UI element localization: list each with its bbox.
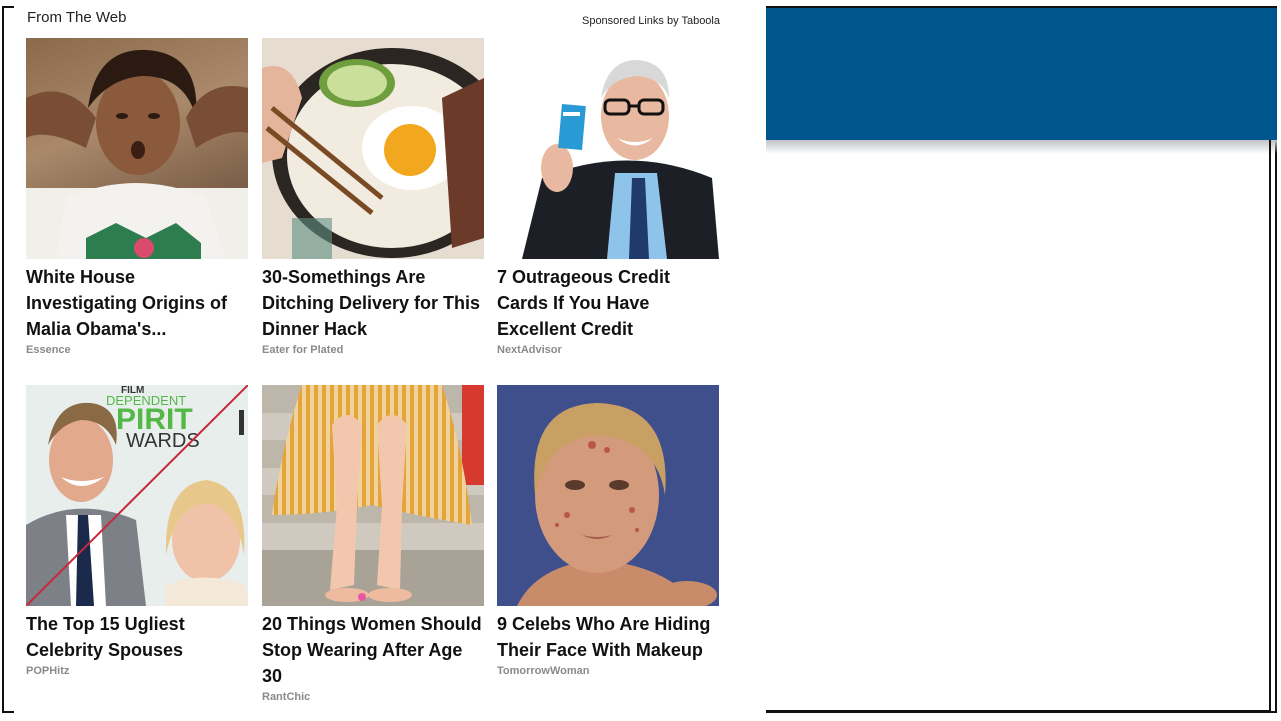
woman-legs-dress-photo[interactable]	[262, 385, 484, 606]
card-headline[interactable]: 7 Outrageous Credit Cards If You Have Ex…	[497, 264, 719, 342]
celebrity-couple-photo[interactable]: FILM DEPENDENT PIRIT WARDS	[26, 385, 248, 606]
taboola-widget: From The Web Sponsored Links by Taboola …	[14, 0, 766, 721]
sponsored-link[interactable]: Sponsored Links by Taboola	[582, 15, 720, 27]
card-headline[interactable]: White House Investigating Origins of Mal…	[26, 264, 248, 342]
card-source: Essence	[26, 344, 71, 356]
card-source: POPHitz	[26, 665, 70, 677]
card-headline[interactable]: 9 Celebs Who Are Hiding Their Face With …	[497, 611, 719, 663]
recommendation-card-4[interactable]: FILM DEPENDENT PIRIT WARDS The Top 15 Ug…	[26, 385, 248, 677]
svg-text:WARDS: WARDS	[126, 430, 200, 452]
woman-face-acne-photo[interactable]	[497, 385, 719, 606]
recommendation-card-2[interactable]: 30-Somethings Are Ditching Delivery for …	[262, 38, 484, 356]
card-source: Eater for Plated	[262, 344, 344, 356]
widget-title: From The Web	[27, 9, 127, 26]
recommendation-card-3[interactable]: 7 Outrageous Credit Cards If You Have Ex…	[497, 38, 719, 356]
content-panel	[766, 140, 1271, 712]
card-source: RantChic	[262, 691, 311, 703]
site-header-banner	[760, 8, 1277, 140]
rice-bowl-photo[interactable]	[262, 38, 484, 259]
card-source: NextAdvisor	[497, 344, 562, 356]
recommendation-card-1[interactable]: White House Investigating Origins of Mal…	[26, 38, 248, 356]
recommendation-card-5[interactable]: 20 Things Women Should Stop Wearing Afte…	[262, 385, 484, 703]
man-with-credit-card-photo[interactable]	[497, 38, 719, 259]
card-headline[interactable]: The Top 15 Ugliest Celebrity Spouses	[26, 611, 248, 663]
card-source: TomorrowWoman	[497, 665, 590, 677]
young-woman-photo[interactable]	[26, 38, 248, 259]
recommendation-card-6[interactable]: 9 Celebs Who Are Hiding Their Face With …	[497, 385, 719, 677]
card-headline[interactable]: 20 Things Women Should Stop Wearing Afte…	[262, 611, 484, 689]
card-headline[interactable]: 30-Somethings Are Ditching Delivery for …	[262, 264, 484, 342]
